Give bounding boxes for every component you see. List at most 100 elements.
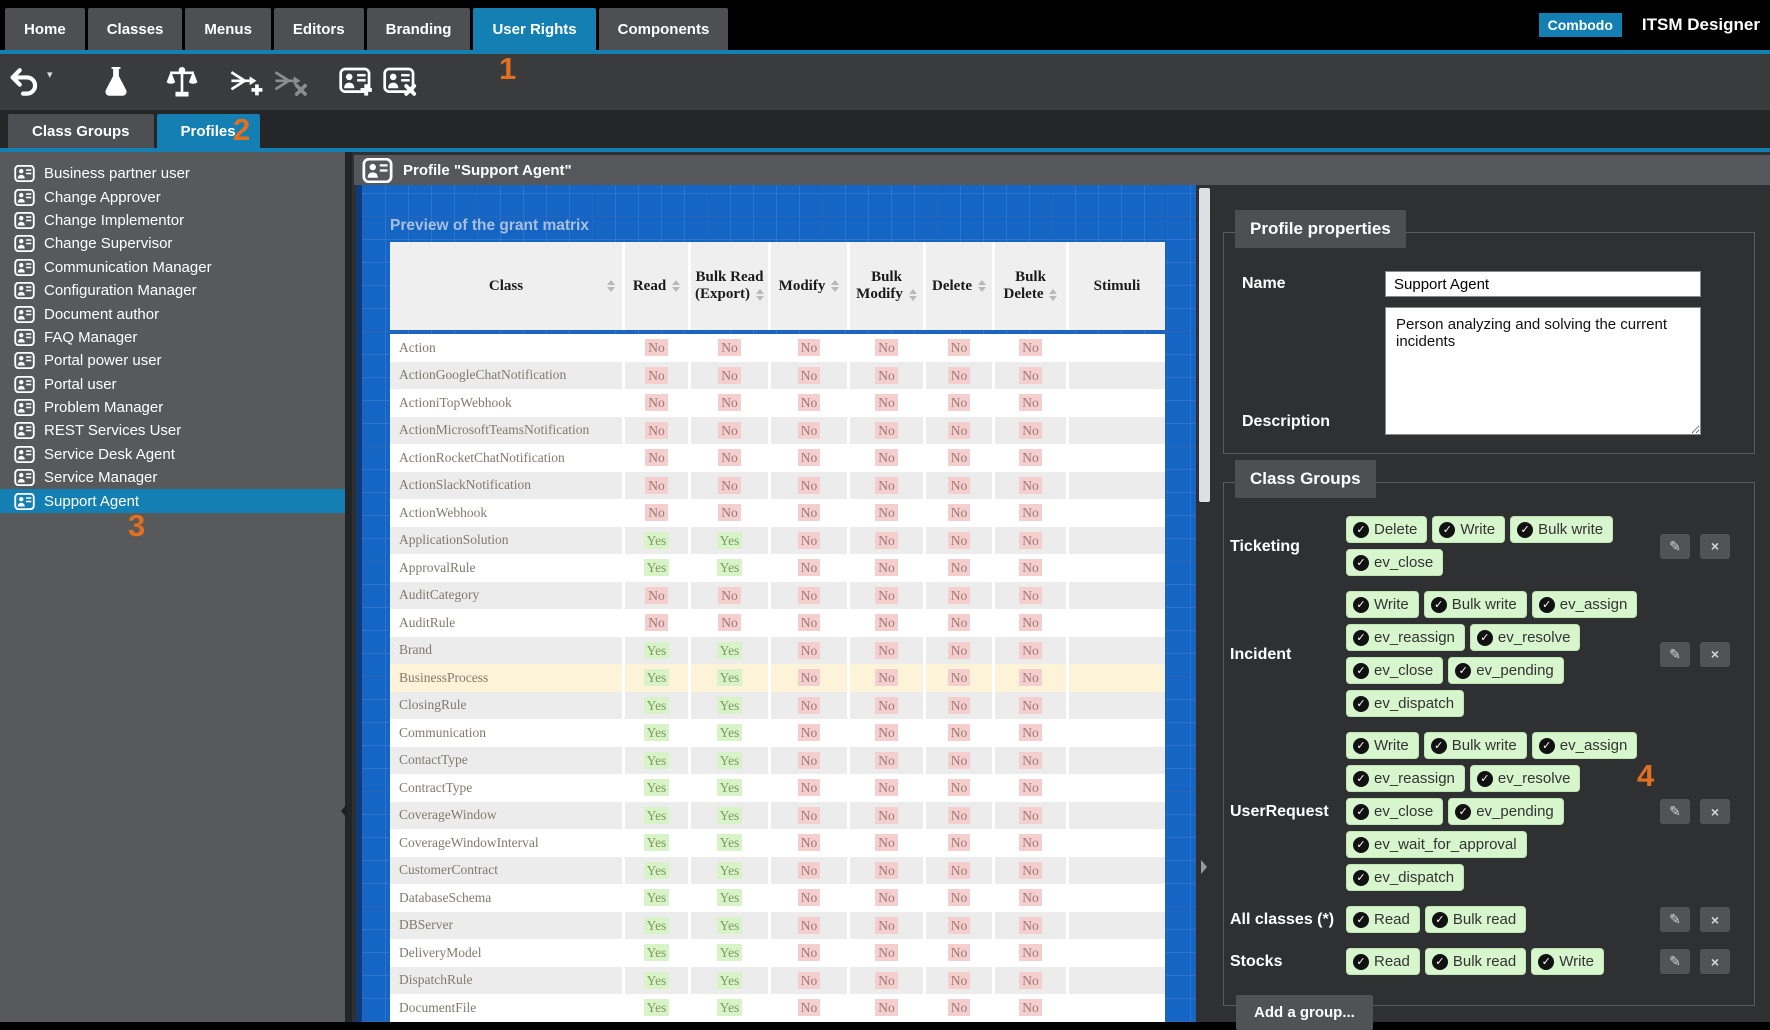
edit-group-button[interactable]: ✎ bbox=[1660, 799, 1690, 824]
grant-value: No bbox=[645, 449, 668, 466]
edit-group-button[interactable]: ✎ bbox=[1660, 949, 1690, 974]
matrix-class-cell: ApprovalRule bbox=[390, 554, 625, 582]
remove-group-button[interactable]: × bbox=[1700, 642, 1730, 667]
nav-tab-home[interactable]: Home bbox=[5, 8, 85, 50]
matrix-cell: No bbox=[926, 444, 995, 472]
grant-value: No bbox=[948, 504, 971, 521]
matrix-column-header-bulk-delete[interactable]: Bulk Delete bbox=[995, 242, 1069, 330]
grant-value: No bbox=[798, 807, 821, 824]
grant-value: No bbox=[948, 889, 971, 906]
grant-value: No bbox=[1019, 889, 1042, 906]
pencil-icon: ✎ bbox=[1669, 953, 1681, 970]
matrix-column-header-delete[interactable]: Delete bbox=[926, 242, 995, 330]
matrix-cell: No bbox=[771, 334, 850, 362]
name-input[interactable] bbox=[1385, 271, 1701, 297]
combodo-badge: Combodo bbox=[1539, 13, 1622, 37]
nav-tab-classes[interactable]: Classes bbox=[88, 8, 183, 50]
grant-value: No bbox=[1019, 697, 1042, 714]
profile-item-label: Change Implementor bbox=[44, 212, 184, 229]
simulate-button[interactable] bbox=[99, 65, 133, 99]
tab-class-groups[interactable]: Class Groups bbox=[8, 114, 154, 148]
matrix-column-header-modify[interactable]: Modify bbox=[771, 242, 850, 330]
grant-value: No bbox=[718, 339, 741, 356]
grant-value: No bbox=[948, 367, 971, 384]
edit-group-button[interactable]: ✎ bbox=[1660, 534, 1690, 559]
compare-button[interactable] bbox=[165, 65, 199, 99]
class-group-row-incident: Incident✓Write✓Bulk write✓ev_assign✓ev_r… bbox=[1224, 591, 1744, 717]
matrix-cell: No bbox=[926, 857, 995, 885]
sidebar-item-faq-manager[interactable]: FAQ Manager bbox=[0, 326, 345, 349]
add-profile-button[interactable] bbox=[339, 65, 373, 99]
column-label: Bulk Read (Export) bbox=[695, 269, 764, 303]
profile-item-label: Service Manager bbox=[44, 469, 157, 486]
delete-profile-button[interactable] bbox=[383, 65, 417, 99]
edit-group-button[interactable]: ✎ bbox=[1660, 642, 1690, 667]
matrix-column-header-bulk-modify[interactable]: Bulk Modify bbox=[850, 242, 926, 330]
sidebar-item-configuration-manager[interactable]: Configuration Manager bbox=[0, 279, 345, 302]
matrix-cell: No bbox=[771, 857, 850, 885]
matrix-cell: No bbox=[771, 362, 850, 390]
matrix-cell: No bbox=[771, 802, 850, 830]
matrix-cell: No bbox=[926, 417, 995, 445]
sidebar-item-service-manager[interactable]: Service Manager bbox=[0, 466, 345, 489]
grant-value: No bbox=[875, 587, 898, 604]
grant-value: Yes bbox=[717, 999, 743, 1016]
matrix-cell: No bbox=[625, 582, 691, 610]
grant-badge-bulk-write: ✓Bulk write bbox=[1424, 591, 1527, 618]
matrix-cell: No bbox=[771, 582, 850, 610]
nav-tab-branding[interactable]: Branding bbox=[367, 8, 471, 50]
grant-value: No bbox=[875, 889, 898, 906]
matrix-column-header-class[interactable]: Class bbox=[390, 242, 625, 330]
matrix-cell: No bbox=[850, 444, 926, 472]
matrix-column-header-read[interactable]: Read bbox=[625, 242, 691, 330]
grant-badge-label: ev_close bbox=[1374, 803, 1433, 820]
matrix-cell bbox=[1069, 472, 1165, 500]
grant-value: No bbox=[798, 394, 821, 411]
edit-group-button[interactable]: ✎ bbox=[1660, 907, 1690, 932]
remove-group-button[interactable]: × bbox=[1700, 949, 1730, 974]
chevron-down-icon[interactable]: ▾ bbox=[47, 68, 53, 81]
description-input[interactable]: Person analyzing and solving the current… bbox=[1385, 307, 1701, 435]
sidebar-item-change-supervisor[interactable]: Change Supervisor bbox=[0, 232, 345, 255]
remove-group-button[interactable]: × bbox=[1700, 534, 1730, 559]
grant-value: No bbox=[875, 779, 898, 796]
sidebar-item-portal-user[interactable]: Portal user bbox=[0, 373, 345, 396]
collapse-left-icon[interactable] bbox=[341, 804, 347, 818]
top-bar: HomeClassesMenusEditorsBrandingUser Righ… bbox=[0, 0, 1770, 50]
matrix-cell: No bbox=[625, 609, 691, 637]
matrix-row-actionwebhook: ActionWebhookNoNoNoNoNoNo bbox=[390, 499, 1165, 527]
add-group-button[interactable]: Add a group... bbox=[1236, 995, 1373, 1030]
vertical-scrollbar-thumb[interactable] bbox=[1199, 188, 1210, 502]
undo-button[interactable]: ▾ bbox=[8, 65, 53, 99]
check-icon: ✓ bbox=[1432, 912, 1448, 928]
sidebar-item-change-approver[interactable]: Change Approver bbox=[0, 185, 345, 208]
grant-badge-ev-assign: ✓ev_assign bbox=[1532, 591, 1638, 618]
grant-value: No bbox=[645, 477, 668, 494]
sidebar-item-document-author[interactable]: Document author bbox=[0, 302, 345, 325]
sidebar-item-change-implementor[interactable]: Change Implementor bbox=[0, 209, 345, 232]
sidebar-item-problem-manager[interactable]: Problem Manager bbox=[0, 396, 345, 419]
remove-group-button[interactable]: × bbox=[1700, 907, 1730, 932]
remove-group-button[interactable]: × bbox=[1700, 799, 1730, 824]
nav-tab-user-rights[interactable]: User Rights bbox=[473, 8, 595, 50]
sidebar-item-business-partner-user[interactable]: Business partner user bbox=[0, 162, 345, 185]
collapse-right-icon[interactable] bbox=[1201, 860, 1207, 874]
check-icon: ✓ bbox=[1353, 597, 1369, 613]
nav-tab-menus[interactable]: Menus bbox=[185, 8, 271, 50]
grant-value: No bbox=[875, 614, 898, 631]
check-icon: ✓ bbox=[1431, 738, 1447, 754]
sidebar-item-communication-manager[interactable]: Communication Manager bbox=[0, 256, 345, 279]
matrix-row-brand: BrandYesYesNoNoNoNo bbox=[390, 637, 1165, 665]
sidebar-item-portal-power-user[interactable]: Portal power user bbox=[0, 349, 345, 372]
sidebar-item-rest-services-user[interactable]: REST Services User bbox=[0, 419, 345, 442]
nav-tab-components[interactable]: Components bbox=[599, 8, 729, 50]
add-transition-button[interactable] bbox=[229, 65, 263, 99]
grant-matrix-title: Preview of the grant matrix bbox=[390, 217, 589, 235]
matrix-column-header-bulk-read-export[interactable]: Bulk Read (Export) bbox=[691, 242, 771, 330]
class-group-row-ticketing: Ticketing✓Delete✓Write✓Bulk write✓ev_clo… bbox=[1224, 516, 1744, 576]
sidebar-item-service-desk-agent[interactable]: Service Desk Agent bbox=[0, 443, 345, 466]
sidebar-item-support-agent[interactable]: Support Agent bbox=[0, 489, 345, 512]
undo-icon bbox=[8, 65, 42, 99]
matrix-class-cell: ContactType bbox=[390, 747, 625, 775]
nav-tab-editors[interactable]: Editors bbox=[274, 8, 364, 50]
